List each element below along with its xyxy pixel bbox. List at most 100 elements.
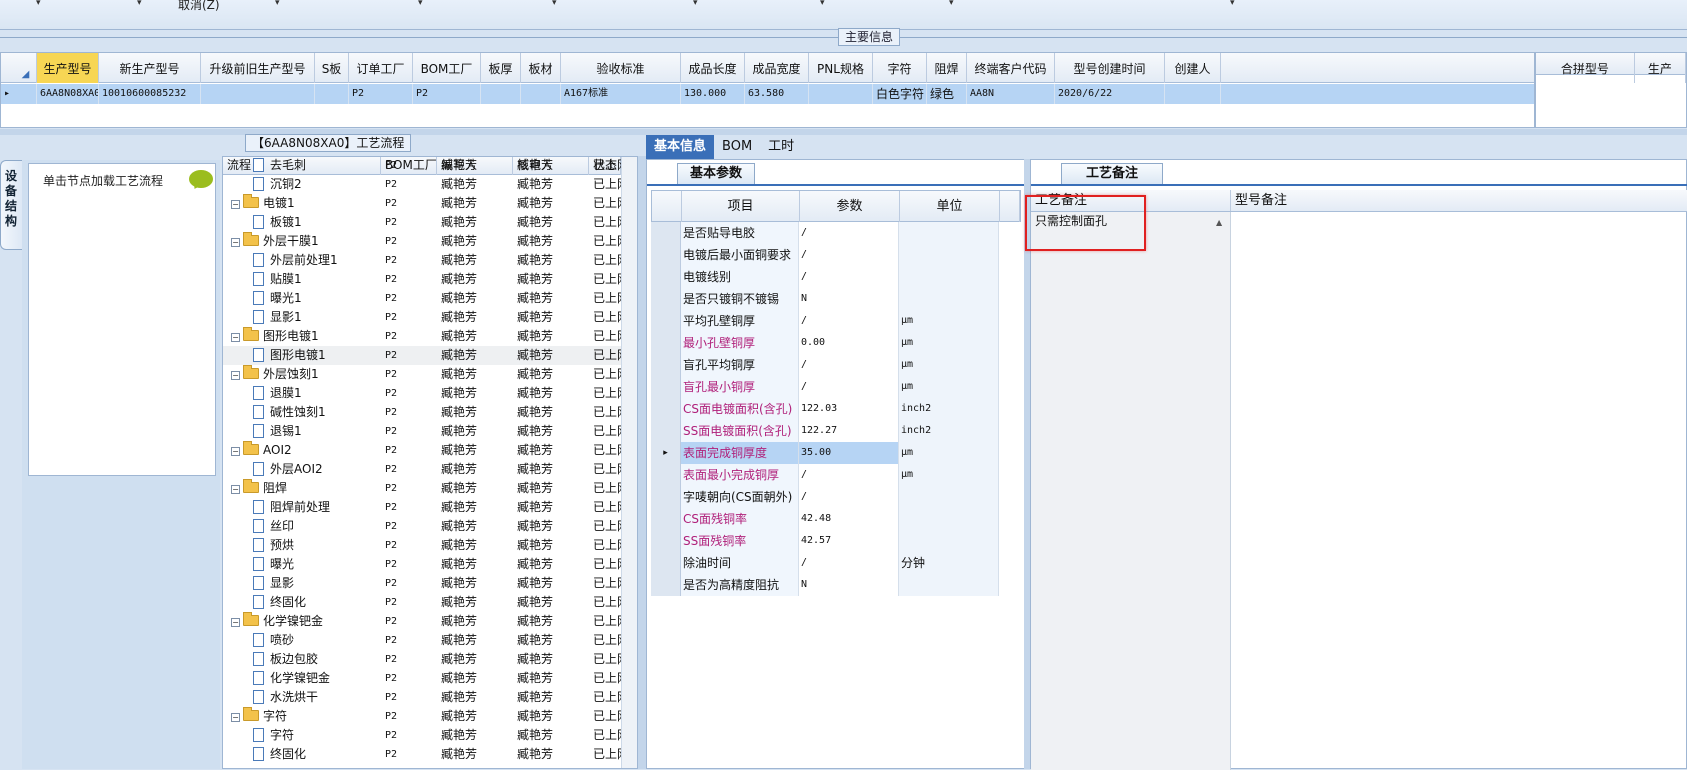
tree-node[interactable]: 退锡1 xyxy=(223,422,381,441)
column-header[interactable]: BOM工厂 xyxy=(413,53,481,83)
tree-row[interactable]: 喷砂 P2 臧艳芳 臧艳芳 已上网 xyxy=(223,631,621,650)
collapse-icon[interactable]: − xyxy=(231,447,240,456)
unit-column[interactable]: 单位 xyxy=(900,191,1000,223)
param-value[interactable]: 0.00 xyxy=(799,332,899,354)
tree-row[interactable]: 显影1 P2 臧艳芳 臧艳芳 已上网 xyxy=(223,308,621,327)
param-value[interactable]: / xyxy=(799,310,899,332)
param-row[interactable]: 字唛朝向(CS面朝外) / xyxy=(651,486,1021,508)
tree-row[interactable]: 化学镍钯金 P2 臧艳芳 臧艳芳 已上网 xyxy=(223,669,621,688)
node-load-box[interactable]: 单击节点加载工艺流程 xyxy=(28,163,216,476)
dropdown-arrow-icon[interactable]: ▾ xyxy=(693,0,698,8)
tab-work-hours[interactable]: 工时 xyxy=(760,135,802,159)
param-value[interactable]: N xyxy=(799,574,899,596)
table-cell[interactable]: 6AA8N08XA0 xyxy=(37,84,99,104)
param-value[interactable]: 122.03 xyxy=(799,398,899,420)
tree-row[interactable]: 贴膜1 P2 臧艳芳 臧艳芳 已上网 xyxy=(223,270,621,289)
param-row[interactable]: CS面电镀面积(含孔) 122.03 inch2 xyxy=(651,398,1021,420)
tree-node[interactable]: 预烘 xyxy=(223,536,381,555)
tree-row[interactable]: 终固化 P2 臧艳芳 臧艳芳 已上网 xyxy=(223,593,621,612)
collapse-icon[interactable]: − xyxy=(231,485,240,494)
column-header[interactable]: 新生产型号 xyxy=(99,53,201,83)
collapse-icon[interactable]: − xyxy=(231,371,240,380)
tree-row[interactable]: 曝光1 P2 臧艳芳 臧艳芳 已上网 xyxy=(223,289,621,308)
tree-row[interactable]: 外层AOI2 P2 臧艳芳 臧艳芳 已上网 xyxy=(223,460,621,479)
tree-row[interactable]: − 外层蚀刻1 P2 臧艳芳 臧艳芳 已上网 xyxy=(223,365,621,384)
tree-scrollbar[interactable] xyxy=(621,157,637,768)
param-row[interactable]: ▸ 表面完成铜厚度 35.00 μm xyxy=(651,442,1021,464)
param-value[interactable]: 42.57 xyxy=(799,530,899,552)
table-cell[interactable] xyxy=(1165,84,1221,104)
param-row[interactable]: 表面最小完成铜厚 / μm xyxy=(651,464,1021,486)
param-row[interactable]: CS面残铜率 42.48 xyxy=(651,508,1021,530)
tree-row[interactable]: − 字符 P2 臧艳芳 臧艳芳 已上网 xyxy=(223,707,621,726)
tree-row[interactable]: 碱性蚀刻1 P2 臧艳芳 臧艳芳 已上网 xyxy=(223,403,621,422)
tree-row[interactable]: 去毛刺 P2 臧艳芳 臧艳芳 已上网 xyxy=(223,157,621,175)
scroll-up-icon[interactable]: ▲ xyxy=(1216,218,1222,227)
param-value[interactable]: / xyxy=(799,376,899,398)
tree-node[interactable]: − 电镀1 xyxy=(223,194,381,213)
tree-node[interactable]: 化学镍钯金 xyxy=(223,669,381,688)
table-cell[interactable]: 10010600085232 xyxy=(99,84,201,104)
param-value[interactable]: 35.00 xyxy=(799,442,899,464)
tree-row[interactable]: − 外层干膜1 P2 臧艳芳 臧艳芳 已上网 xyxy=(223,232,621,251)
param-value[interactable]: / xyxy=(799,552,899,574)
tree-node[interactable]: − AOI2 xyxy=(223,441,381,460)
tree-row[interactable]: 退膜1 P2 臧艳芳 臧艳芳 已上网 xyxy=(223,384,621,403)
tree-row[interactable]: 终固化 P2 臧艳芳 臧艳芳 已上网 xyxy=(223,745,621,764)
column-header[interactable]: 成品宽度 xyxy=(745,53,809,83)
dropdown-arrow-icon[interactable]: ▾ xyxy=(552,0,557,8)
item-column[interactable]: 项目 xyxy=(682,191,800,223)
table-cell[interactable] xyxy=(481,84,521,104)
dropdown-arrow-icon[interactable]: ▾ xyxy=(820,0,825,8)
tree-node[interactable]: 曝光 xyxy=(223,555,381,574)
column-header[interactable]: 板厚 xyxy=(481,53,521,83)
model-note-column[interactable]: 型号备注 xyxy=(1231,190,1287,211)
param-value[interactable]: / xyxy=(799,464,899,486)
tree-row[interactable]: 曝光 P2 臧艳芳 臧艳芳 已上网 xyxy=(223,555,621,574)
value-column[interactable]: 参数 xyxy=(800,191,900,223)
column-header[interactable]: 订单工厂 xyxy=(349,53,413,83)
tree-node[interactable]: 外层AOI2 xyxy=(223,460,381,479)
tree-node[interactable]: 丝印 xyxy=(223,517,381,536)
table-cell[interactable] xyxy=(809,84,873,104)
collapse-icon[interactable]: − xyxy=(231,713,240,722)
column-header[interactable]: 终端客户代码 xyxy=(967,53,1055,83)
tree-node[interactable]: 显影 xyxy=(223,574,381,593)
param-row[interactable]: 最小孔壁铜厚 0.00 μm xyxy=(651,332,1021,354)
tree-node[interactable]: 终固化 xyxy=(223,593,381,612)
tree-node[interactable]: − 外层蚀刻1 xyxy=(223,365,381,384)
tree-node[interactable]: 喷砂 xyxy=(223,631,381,650)
tree-node[interactable]: 沉铜2 xyxy=(223,175,381,194)
tree-node[interactable]: − 外层干膜1 xyxy=(223,232,381,251)
column-header[interactable]: 板材 xyxy=(521,53,561,83)
tree-row[interactable]: 退锡1 P2 臧艳芳 臧艳芳 已上网 xyxy=(223,422,621,441)
table-cell[interactable]: AA8N xyxy=(967,84,1055,104)
param-row[interactable]: 是否为高精度阻抗 N xyxy=(651,574,1021,596)
column-header[interactable]: 创建人 xyxy=(1165,53,1221,83)
tree-row[interactable]: − 图形电镀1 P2 臧艳芳 臧艳芳 已上网 xyxy=(223,327,621,346)
column-header[interactable]: 字符 xyxy=(873,53,927,83)
tab-device-structure[interactable]: 设备结构 xyxy=(0,160,22,250)
tree-row[interactable]: 字符 P2 臧艳芳 臧艳芳 已上网 xyxy=(223,726,621,745)
tree-node[interactable]: 字符 xyxy=(223,726,381,745)
tree-node[interactable]: 图形电镀1 xyxy=(223,346,381,365)
tree-node[interactable]: 显影1 xyxy=(223,308,381,327)
collapse-icon[interactable]: − xyxy=(231,238,240,247)
param-value[interactable]: / xyxy=(799,354,899,376)
table-cell[interactable]: A167标准 xyxy=(561,84,681,104)
param-value[interactable]: / xyxy=(799,266,899,288)
table-cell[interactable]: P2 xyxy=(413,84,481,104)
table-cell[interactable]: 白色字符 xyxy=(873,84,927,104)
tab-basic-info[interactable]: 基本信息 xyxy=(646,135,715,159)
param-row[interactable]: SS面残铜率 42.57 xyxy=(651,530,1021,552)
column-header[interactable]: 验收标准 xyxy=(561,53,681,83)
tree-row[interactable]: 水洗烘干 P2 臧艳芳 臧艳芳 已上网 xyxy=(223,688,621,707)
dropdown-arrow-icon[interactable]: ▾ xyxy=(1230,0,1235,8)
tab-process-notes[interactable]: 工艺备注 xyxy=(1061,163,1164,185)
tree-node[interactable]: − 字符 xyxy=(223,707,381,726)
param-value[interactable]: 122.27 xyxy=(799,420,899,442)
table-cell[interactable] xyxy=(201,84,315,104)
column-header[interactable]: S板 xyxy=(315,53,349,83)
param-row[interactable]: 电镀线别 / xyxy=(651,266,1021,288)
dropdown-arrow-icon[interactable]: ▾ xyxy=(137,0,142,8)
